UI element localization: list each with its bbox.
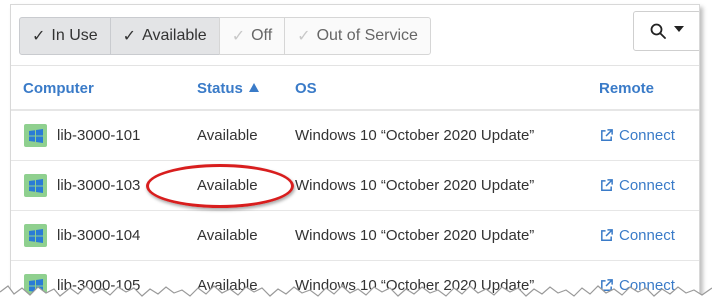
- os-value: Windows 10 “October 2020 Update”: [295, 227, 535, 244]
- connect-link[interactable]: Connect: [599, 127, 675, 144]
- filter-off-label: Off: [251, 27, 273, 44]
- filter-in-use-label: In Use: [51, 27, 98, 44]
- search-icon: [650, 23, 666, 39]
- computer-name: lib-3000-104: [57, 227, 141, 244]
- external-link-icon: [601, 179, 613, 191]
- status-filter-group: ✓ In Use ✓ Available ✓ Off ✓ Out of Serv…: [19, 17, 431, 55]
- column-header-computer[interactable]: Computer: [23, 80, 94, 97]
- filter-off-button[interactable]: ✓ Off: [218, 17, 286, 55]
- connect-link[interactable]: Connect: [599, 177, 675, 194]
- table-row[interactable]: lib-3000-101 Available Windows 10 “Octob…: [11, 111, 699, 161]
- check-icon: ✓: [32, 28, 46, 45]
- search-dropdown-button[interactable]: [633, 11, 699, 51]
- table-header: Computer Status OS Remote: [11, 65, 699, 111]
- caret-down-icon: [674, 26, 684, 32]
- filter-in-use-button[interactable]: ✓ In Use: [19, 17, 111, 55]
- connect-link[interactable]: Connect: [599, 227, 675, 244]
- windows-icon: [24, 224, 47, 247]
- check-icon: ✓: [297, 28, 311, 45]
- external-link-icon: [601, 129, 613, 141]
- os-value: Windows 10 “October 2020 Update”: [295, 127, 535, 144]
- check-icon: ✓: [231, 28, 246, 45]
- torn-edge-decoration: [0, 285, 712, 308]
- filter-out-of-service-button[interactable]: ✓ Out of Service: [284, 17, 431, 55]
- status-value: Available: [197, 127, 258, 144]
- highlight-annotation-ellipse: [146, 164, 294, 208]
- windows-icon: [24, 174, 47, 197]
- column-header-status[interactable]: Status: [197, 80, 259, 97]
- status-value: Available: [197, 227, 258, 244]
- connect-label: Connect: [619, 127, 675, 144]
- column-header-remote[interactable]: Remote: [599, 80, 654, 97]
- check-icon: ✓: [122, 28, 137, 45]
- os-value: Windows 10 “October 2020 Update”: [295, 177, 535, 194]
- filter-available-button[interactable]: ✓ Available: [109, 17, 220, 55]
- connect-label: Connect: [619, 177, 675, 194]
- table-row[interactable]: lib-3000-103 Available Windows 10 “Octob…: [11, 161, 699, 211]
- computer-list-panel: ✓ In Use ✓ Available ✓ Off ✓ Out of Serv…: [10, 4, 700, 300]
- windows-icon: [24, 124, 47, 147]
- external-link-icon: [601, 229, 613, 241]
- filter-out-of-service-label: Out of Service: [316, 27, 418, 44]
- table-row[interactable]: lib-3000-104 Available Windows 10 “Octob…: [11, 211, 699, 261]
- sort-ascending-icon: [248, 83, 259, 92]
- column-header-os[interactable]: OS: [295, 80, 317, 97]
- computer-name: lib-3000-101: [57, 127, 141, 144]
- connect-label: Connect: [619, 227, 675, 244]
- filter-available-label: Available: [142, 27, 207, 44]
- computer-name: lib-3000-103: [57, 177, 141, 194]
- column-header-status-label: Status: [197, 80, 243, 97]
